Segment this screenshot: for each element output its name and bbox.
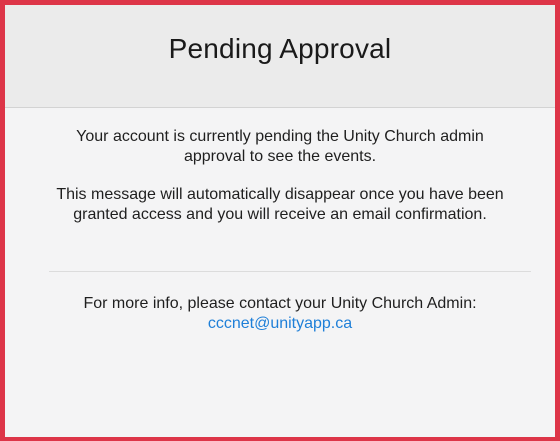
auto-disappear-message: This message will automatically disappea… — [56, 186, 504, 223]
pending-message: Your account is currently pending the Un… — [76, 128, 484, 165]
panel-header: Pending Approval — [5, 5, 555, 108]
pending-approval-panel: Pending Approval Your account is current… — [0, 0, 560, 441]
panel-body: Your account is currently pending the Un… — [5, 108, 555, 333]
page-title: Pending Approval — [168, 33, 392, 64]
contact-text: For more info, please contact your Unity… — [83, 295, 477, 312]
contact-email-link[interactable]: cccnet@unityapp.ca — [208, 315, 352, 332]
contact-info: For more info, please contact your Unity… — [5, 272, 555, 333]
